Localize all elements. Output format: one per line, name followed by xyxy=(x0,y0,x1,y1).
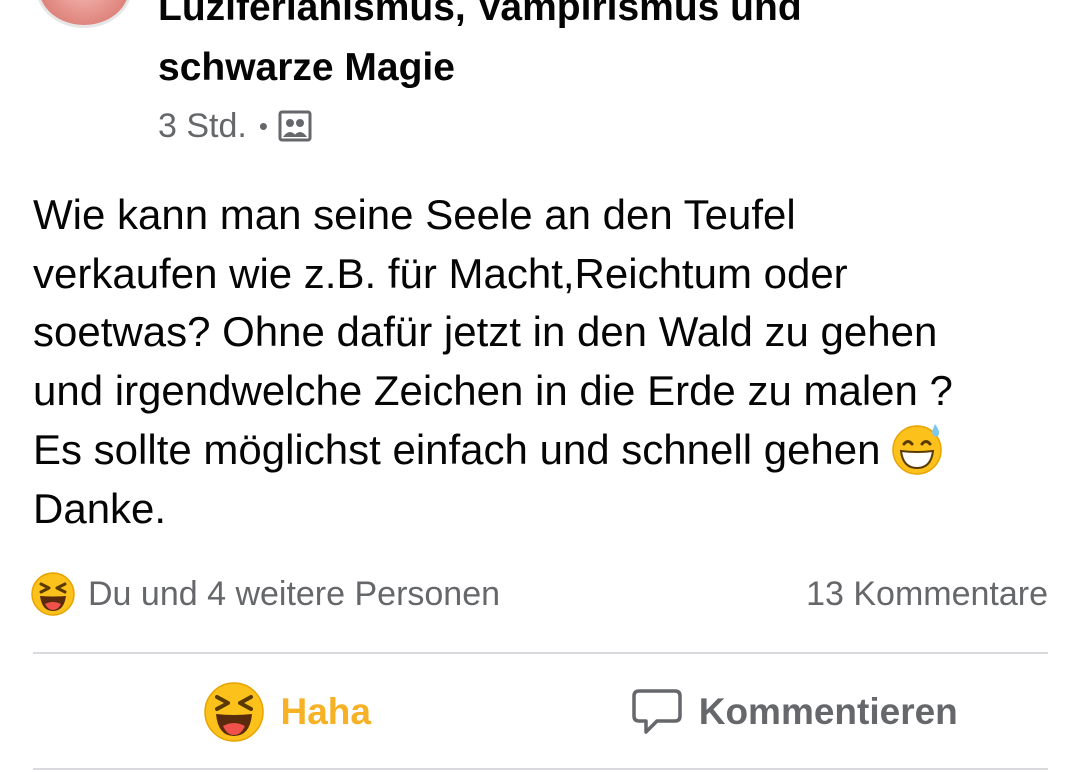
post-actions: Haha Kommentieren xyxy=(33,672,1048,752)
haha-reaction-icon xyxy=(203,682,264,742)
comment-button[interactable]: Kommentieren xyxy=(541,672,1049,752)
grinning-sweat-emoji xyxy=(891,424,942,475)
post-text: Wie kann man seine Seele an den Teufel v… xyxy=(33,191,953,473)
post-time[interactable]: 3 Std. xyxy=(158,107,247,146)
comment-label: Kommentieren xyxy=(698,691,958,732)
post-meta: 3 Std. • xyxy=(158,104,312,148)
group-title[interactable]: Luziferianismus, Vampirismus und schwarz… xyxy=(158,0,1038,98)
reactions-row: Du und 4 weitere Personen 13 Kommentare xyxy=(30,568,1048,620)
post-body: Wie kann man seine Seele an den Teufel v… xyxy=(33,186,1053,538)
reaction-summary-text: Du und 4 weitere Personen xyxy=(88,574,501,613)
reaction-summary[interactable]: Du und 4 weitere Personen xyxy=(30,571,500,617)
post-text-end: Danke. xyxy=(33,484,167,532)
divider xyxy=(33,768,1048,770)
haha-label: Haha xyxy=(280,691,371,732)
group-members-icon[interactable] xyxy=(278,109,312,143)
meta-separator: • xyxy=(258,110,268,141)
divider xyxy=(33,652,1048,654)
haha-button[interactable]: Haha xyxy=(33,672,541,752)
haha-reaction-icon xyxy=(31,572,75,616)
comment-count[interactable]: 13 Kommentare xyxy=(806,575,1048,614)
group-avatar[interactable] xyxy=(36,0,132,28)
comment-icon xyxy=(631,689,682,734)
